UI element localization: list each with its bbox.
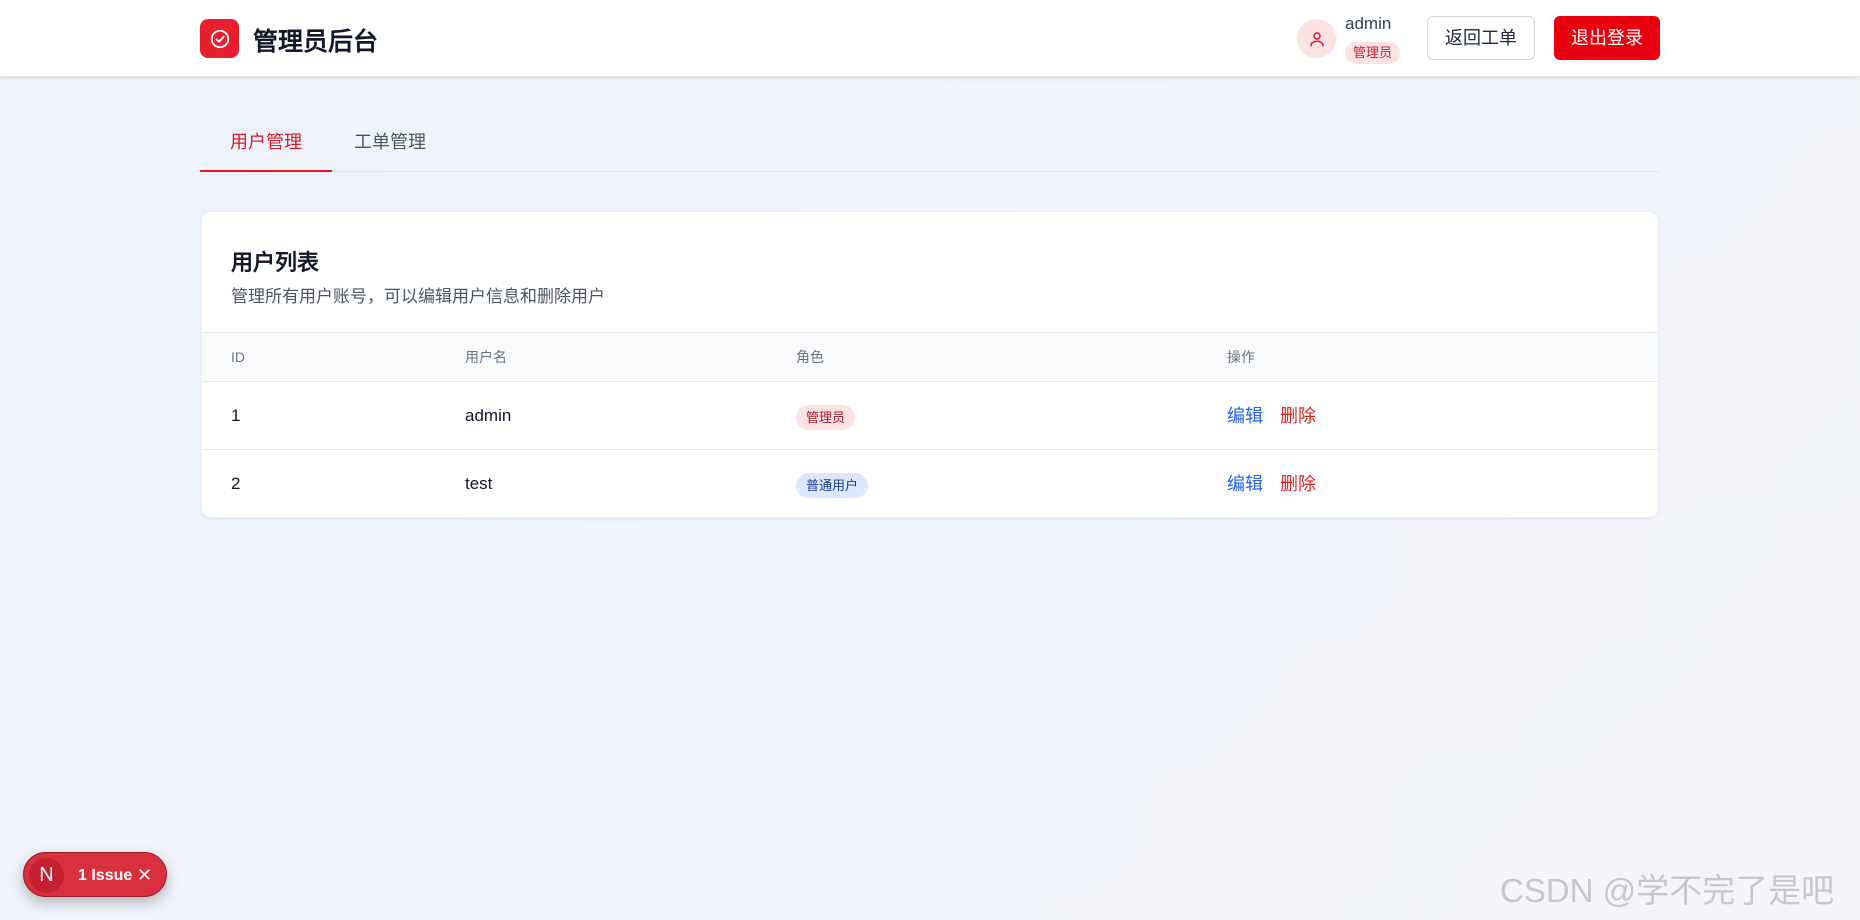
logout-button[interactable]: 退出登录 <box>1554 16 1660 60</box>
issues-indicator[interactable]: N 1 Issue ✕ <box>23 852 167 897</box>
current-user-role-badge: 管理员 <box>1345 42 1401 64</box>
column-header-actions: 操作 <box>1227 349 1255 365</box>
role-badge: 管理员 <box>796 405 856 430</box>
watermark: CSDN @学不完了是吧 <box>1500 872 1835 909</box>
cell-username: test <box>465 474 493 493</box>
check-circle-icon <box>210 29 229 48</box>
edit-user-link[interactable]: 编辑 <box>1227 382 1263 450</box>
edit-user-link[interactable]: 编辑 <box>1227 450 1263 517</box>
delete-user-link[interactable]: 删除 <box>1280 450 1316 517</box>
avatar <box>1297 19 1336 58</box>
tab-user-management[interactable]: 用户管理 <box>200 112 332 172</box>
column-header-username: 用户名 <box>465 349 507 365</box>
app-title: 管理员后台 <box>253 28 379 56</box>
logo <box>200 19 239 58</box>
issue-count-label[interactable]: 1 Issue <box>78 853 132 898</box>
cell-id: 1 <box>231 406 241 425</box>
tab-bar: 用户管理 工单管理 <box>200 112 1660 172</box>
tab-ticket-management[interactable]: 工单管理 <box>324 112 456 172</box>
card-subtitle: 管理所有用户账号，可以编辑用户信息和删除用户 <box>231 287 605 306</box>
table-row: 2 test 普通用户 编辑 删除 <box>202 450 1658 517</box>
back-to-tickets-button[interactable]: 返回工单 <box>1427 16 1535 60</box>
cell-id: 2 <box>231 474 241 493</box>
top-header: 管理员后台 admin 管理员 返回工单 退出登录 <box>0 0 1860 77</box>
next-logo-icon: N <box>29 858 64 893</box>
delete-user-link[interactable]: 删除 <box>1280 382 1316 450</box>
column-header-id: ID <box>231 349 245 365</box>
table-header: ID 用户名 角色 操作 <box>202 332 1658 382</box>
user-list-card: 用户列表 管理所有用户账号，可以编辑用户信息和删除用户 ID 用户名 角色 操作… <box>201 211 1659 518</box>
table-row: 1 admin 管理员 编辑 删除 <box>202 382 1658 450</box>
cell-username: admin <box>465 406 512 425</box>
user-icon <box>1309 31 1324 46</box>
role-badge: 普通用户 <box>796 473 869 498</box>
current-user-name: admin <box>1345 14 1392 33</box>
column-header-role: 角色 <box>796 349 824 365</box>
card-title: 用户列表 <box>231 250 320 275</box>
close-icon[interactable]: ✕ <box>137 853 152 898</box>
